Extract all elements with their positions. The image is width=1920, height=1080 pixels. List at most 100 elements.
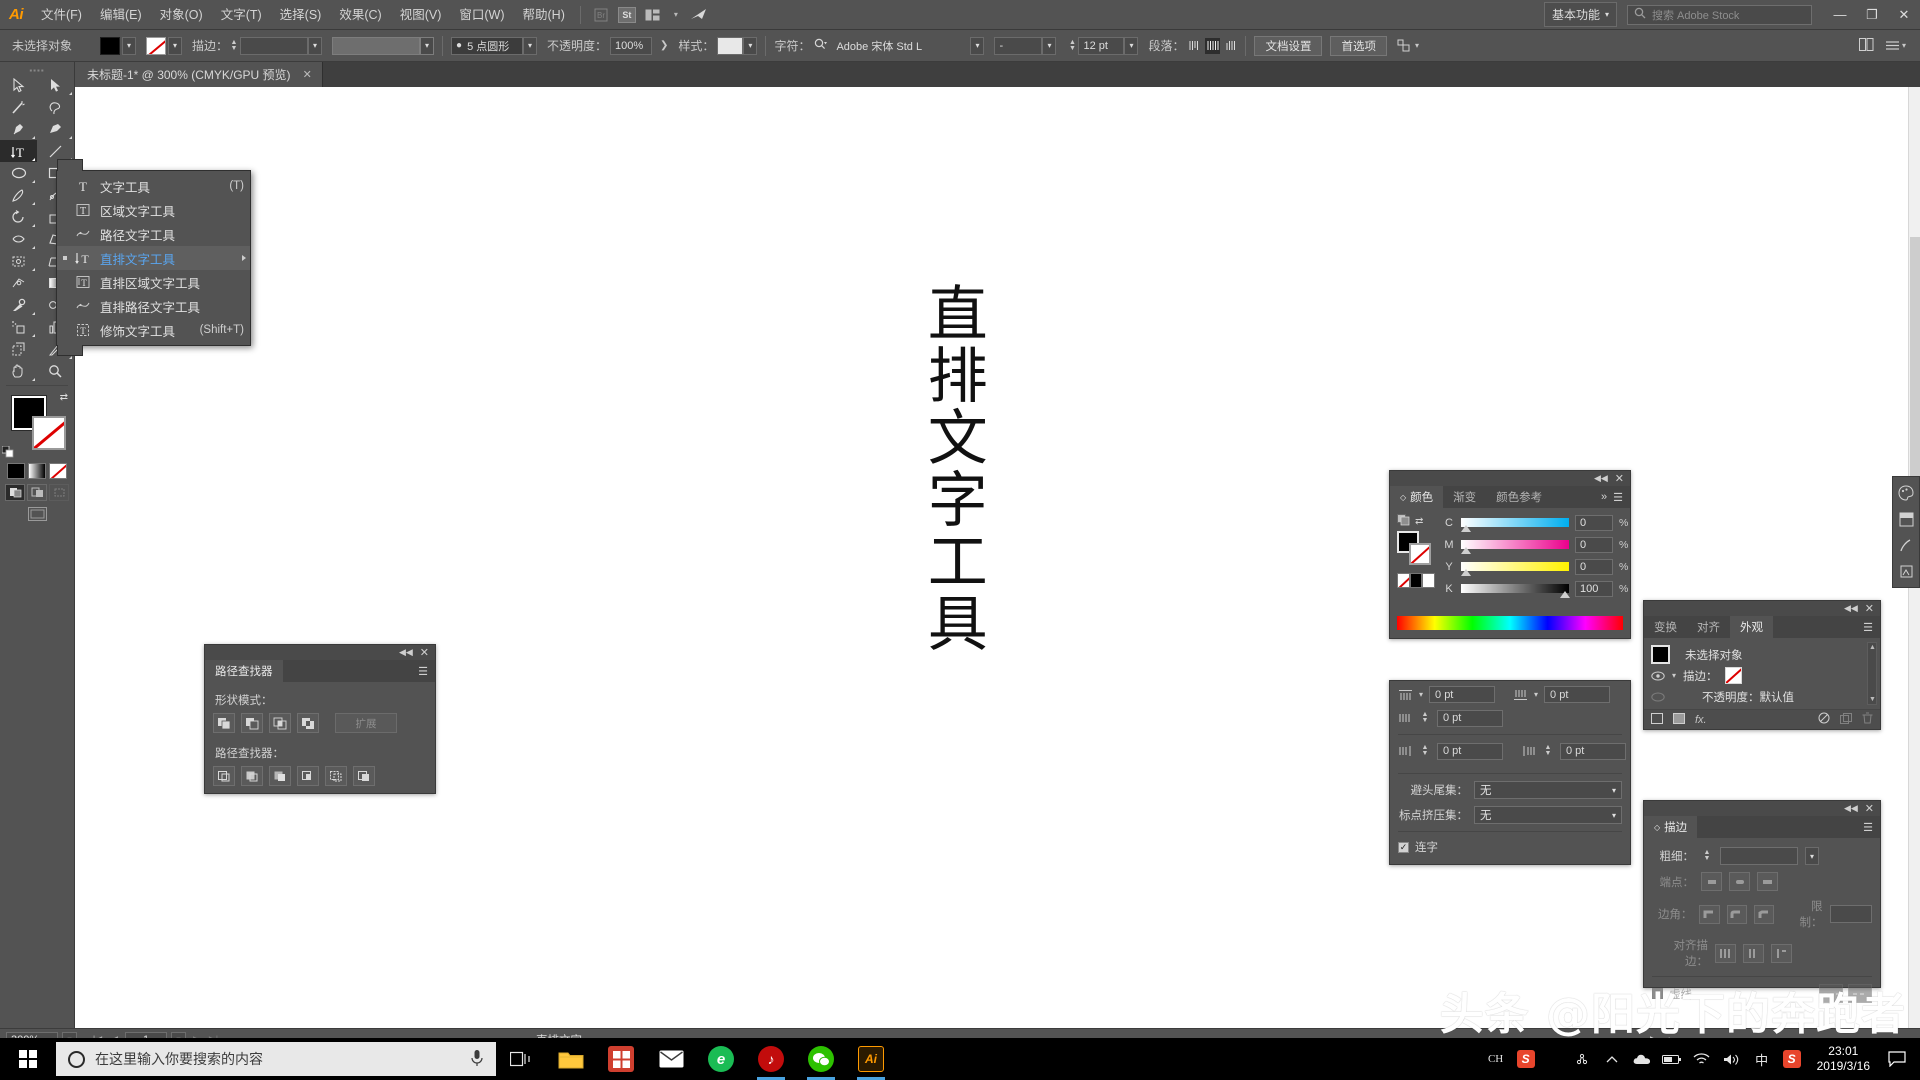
change-screen-mode-button[interactable] — [0, 507, 74, 521]
appearance-opacity-row[interactable]: 不透明度：默认值 — [1651, 686, 1873, 707]
font-style-dropdown[interactable]: ▾ — [1042, 36, 1057, 55]
stroke-weight-dropdown[interactable]: ▾ — [308, 36, 323, 55]
channel-slider-y[interactable] — [1461, 562, 1569, 576]
indent-right-value[interactable]: 0 pt — [1560, 742, 1626, 760]
brushes-panel-icon[interactable] — [1893, 532, 1919, 558]
minus-back-button[interactable] — [353, 766, 375, 786]
rotate-tool[interactable] — [0, 206, 37, 228]
tools-panel-grip[interactable]: ▪▪▪▪ — [0, 66, 74, 75]
document-setup-button[interactable]: 文档设置 — [1254, 35, 1323, 56]
add-new-effect-icon[interactable]: fx. — [1695, 714, 1707, 726]
flyout-item-type-tool[interactable]: T 文字工具 (T) — [57, 174, 250, 198]
collapse-icon[interactable]: ◀◀ — [1594, 473, 1608, 484]
merge-button[interactable] — [269, 766, 291, 786]
indent-left-value[interactable]: 0 pt — [1437, 742, 1503, 760]
panel-menu-icon[interactable]: ☰ — [1856, 616, 1880, 638]
stroke-weight-field[interactable] — [1720, 847, 1798, 865]
channel-slider-k[interactable] — [1461, 584, 1570, 598]
indent-first-line-stepper[interactable]: ▲ ▼ — [1419, 709, 1431, 727]
vertical-text-object[interactable]: 直排文字工具 — [919, 282, 985, 654]
opacity-field[interactable]: 100% — [610, 36, 653, 55]
artboard[interactable]: 直排文字工具 — [75, 87, 1908, 1038]
stroke-color-swatch[interactable] — [146, 36, 166, 55]
color-swatch-button[interactable] — [7, 463, 25, 479]
color-spectrum-bar[interactable] — [1397, 616, 1623, 630]
appearance-stroke-row[interactable]: ▾ 描边： — [1651, 665, 1873, 686]
document-tab[interactable]: 未标题-1* @ 300% (CMYK/GPU 预览) ✕ — [75, 62, 323, 87]
lasso-tool[interactable] — [37, 96, 74, 118]
ime-indicator[interactable]: CH — [1481, 1038, 1511, 1080]
miter-limit-field[interactable] — [1829, 905, 1872, 923]
default-fill-stroke-icon[interactable] — [1, 445, 14, 458]
stroke-weight-stepper[interactable]: ▲ ▼ — [228, 37, 240, 55]
space-before-stepper[interactable]: ▾ — [1419, 690, 1423, 699]
arrange-chevron-down-icon[interactable]: ▾ — [670, 4, 682, 26]
menu-edit[interactable]: 编辑(E) — [91, 0, 151, 30]
tab-transform[interactable]: 变换 — [1644, 616, 1687, 638]
round-cap-button[interactable] — [1729, 872, 1750, 891]
panel-menu-icon[interactable]: ☰ — [1856, 816, 1880, 838]
direct-selection-tool[interactable] — [37, 74, 74, 96]
flyout-item-vertical-type-on-path-tool[interactable]: 直排路径文字工具 — [57, 294, 250, 318]
projecting-cap-button[interactable] — [1757, 872, 1778, 891]
arrange-documents-icon[interactable] — [642, 4, 664, 26]
taskbar-app-microsoft-store[interactable] — [596, 1038, 646, 1080]
none-swatch[interactable] — [1397, 573, 1410, 588]
swap-fill-stroke-icon[interactable]: ⇄ — [60, 392, 68, 403]
taskbar-clock[interactable]: 23:01 2019/3/16 — [1807, 1044, 1880, 1074]
wifi-icon[interactable] — [1687, 1038, 1717, 1080]
exclude-button[interactable] — [297, 713, 319, 733]
font-search-icon[interactable] — [814, 38, 828, 54]
chevron-down-icon[interactable]: ▾ — [1672, 671, 1676, 680]
magic-wand-tool[interactable] — [0, 96, 37, 118]
menu-effect[interactable]: 效果(C) — [330, 0, 390, 30]
variable-width-profile-field[interactable] — [332, 36, 421, 55]
ime-cn-icon[interactable]: 中 — [1747, 1038, 1777, 1080]
menu-window[interactable]: 窗口(W) — [450, 0, 513, 30]
variable-width-profile-dropdown[interactable]: ▾ — [420, 36, 435, 55]
brush-definition-dropdown[interactable]: ● 5 点圆形 — [451, 36, 524, 55]
symbols-panel-icon[interactable] — [1893, 558, 1919, 584]
draw-behind-button[interactable] — [27, 484, 47, 501]
intersect-button[interactable] — [269, 713, 291, 733]
align-center-button[interactable] — [1205, 37, 1221, 54]
indent-right-stepper[interactable]: ▲ ▼ — [1542, 742, 1554, 760]
align-stroke-inside-button[interactable] — [1743, 943, 1764, 963]
stroke-swatch[interactable] — [1409, 543, 1431, 565]
channel-value-y[interactable]: 0 — [1575, 558, 1613, 575]
dash-adjust-button[interactable] — [1848, 984, 1872, 1003]
paintbrush-tool[interactable] — [0, 184, 37, 206]
crop-button[interactable] — [297, 766, 319, 786]
channel-value-c[interactable]: 0 — [1575, 514, 1613, 531]
selection-tool[interactable] — [0, 74, 37, 96]
white-swatch[interactable] — [1422, 573, 1436, 588]
stock-icon[interactable]: St — [617, 6, 636, 23]
flyout-item-vertical-type-tool[interactable]: T 直排文字工具 — [57, 246, 250, 270]
collapse-icon[interactable]: ◀◀ — [399, 647, 413, 658]
brush-definition-arrow[interactable]: ▾ — [523, 36, 538, 55]
zoom-tool[interactable] — [37, 360, 74, 382]
gradient-swatch-button[interactable] — [28, 463, 46, 479]
share-icon[interactable] — [1567, 1038, 1597, 1080]
hyphenate-checkbox[interactable]: ✓ — [1398, 841, 1409, 853]
onedrive-icon[interactable] — [1627, 1038, 1657, 1080]
tab-gradient[interactable]: 渐变 — [1443, 486, 1486, 508]
taskbar-app-wechat[interactable] — [796, 1038, 846, 1080]
taskbar-app-netease-music[interactable]: ♪ — [746, 1038, 796, 1080]
close-icon[interactable]: ✕ — [420, 646, 429, 659]
font-style-field[interactable]: - — [994, 36, 1043, 55]
menu-object[interactable]: 对象(O) — [151, 0, 212, 30]
duplicate-item-icon[interactable] — [1840, 712, 1852, 727]
add-new-fill-icon[interactable] — [1673, 712, 1685, 727]
stroke-weight-field[interactable] — [240, 36, 309, 55]
battery-icon[interactable] — [1657, 1038, 1687, 1080]
taskbar-app-mail[interactable] — [646, 1038, 696, 1080]
microphone-icon[interactable] — [470, 1049, 484, 1070]
start-button[interactable] — [0, 1038, 56, 1080]
close-icon[interactable]: ✕ — [1615, 472, 1624, 485]
menu-select[interactable]: 选择(S) — [271, 0, 331, 30]
window-minimize-button[interactable]: — — [1824, 0, 1856, 30]
taskbar-app-adobe-illustrator[interactable]: Ai — [846, 1038, 896, 1080]
window-close-button[interactable]: ✕ — [1888, 0, 1920, 30]
flyout-item-area-type-tool[interactable]: T 区域文字工具 — [57, 198, 250, 222]
